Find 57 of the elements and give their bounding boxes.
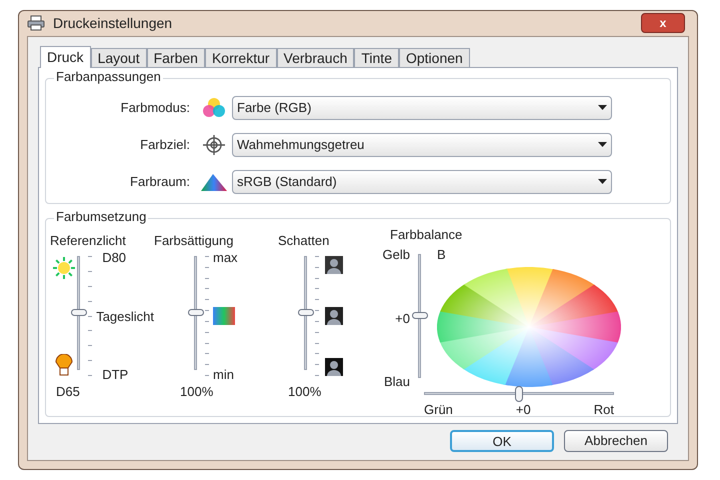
slider-thumb[interactable] [188,309,204,316]
slider-thumb[interactable] [515,386,523,402]
sun-icon [52,256,76,280]
column-label: Schatten [278,232,330,250]
slider-thumb[interactable] [298,309,314,316]
dialog-button[interactable]: OK [450,430,554,452]
scale-label: Tageslicht [96,310,154,322]
window-title: Druckeinstellungen [53,14,172,33]
slider-value: 100% [288,383,322,401]
tab[interactable]: Layout [90,48,147,66]
caret-icon [598,105,607,110]
dropdown[interactable]: Wahmehmungsgetreu [232,132,612,156]
silhouette-icon [325,358,343,376]
scale-label: Gelb [382,248,410,261]
scale-label: Blau [384,375,410,388]
tab[interactable]: Tinte [354,48,399,66]
scale-label: +0 [516,403,531,416]
color-swatch-icon [213,307,235,325]
lamp-icon [54,354,73,376]
slider-thumb[interactable] [71,309,88,316]
close-button[interactable]: x [641,13,685,34]
scale-label: +0 [395,312,410,324]
tab[interactable]: Optionen [398,48,470,66]
slider-thumb[interactable] [412,312,428,319]
tab[interactable]: Verbrauch [276,48,354,66]
scale-label: B [437,248,447,261]
column-label: Farbsättigung [154,232,234,250]
slider-value: D65 [56,383,81,401]
printer-icon [27,15,45,32]
tab[interactable]: Druck [40,46,91,68]
dropdown[interactable]: sRGB (Standard) [232,170,612,194]
scale-label: max [213,251,238,264]
scale-label: Grün [424,403,453,416]
gamut-icon [200,172,228,192]
column-label: Referenzlicht [50,232,127,250]
silhouette-icon [325,256,343,274]
scale-label: Rot [594,403,614,416]
tab[interactable]: Farben [146,48,205,66]
scale-label: min [213,368,234,381]
silhouette-icon [325,307,343,325]
field-label: Farbmodus: [120,98,191,117]
group-title: Farbumsetzung [54,210,148,222]
dropdown[interactable]: Farbe (RGB) [232,96,612,120]
caret-icon [598,179,607,184]
field-label: Farbziel: [139,136,191,154]
color-circles-icon [201,96,227,118]
crosshair-icon [201,134,227,156]
slider-value: 100% [180,383,214,401]
tab[interactable]: Korrektur [204,48,277,66]
scale-label: DTP [102,368,130,381]
caret-icon [598,142,607,147]
field-label: Farbraum: [129,172,191,191]
column-label: Farbbalance [390,226,464,244]
scale-label: D80 [102,251,128,264]
dialog-button[interactable]: Abbrechen [564,430,668,452]
group-title: Farbanpassungen [54,70,163,82]
color-wheel[interactable] [437,267,621,387]
